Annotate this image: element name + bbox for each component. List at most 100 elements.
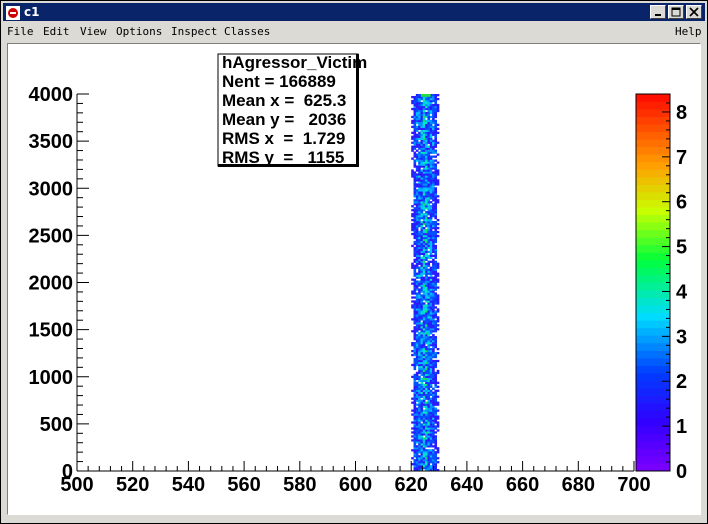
heatmap-cell (415, 222, 419, 226)
color-scale-band (636, 124, 670, 133)
heatmap-cell (415, 157, 419, 160)
heatmap-cell (425, 383, 428, 386)
heatmap-cell (420, 260, 424, 263)
heatmap-cell (415, 336, 419, 339)
heatmap-cell (434, 461, 438, 464)
menu-edit[interactable]: Edit (43, 25, 70, 38)
heatmap-cell (413, 316, 417, 319)
heatmap-cell (425, 213, 428, 216)
y-tick-label: 0 (62, 461, 73, 483)
heatmap-cell (432, 131, 435, 134)
heatmap-cell (415, 320, 419, 323)
stats-rms-x: RMS x = 1.729 (222, 129, 345, 148)
heatmap-cell (422, 375, 426, 379)
heatmap-cell (427, 379, 431, 383)
color-scale-band (636, 101, 670, 110)
heatmap-cell (420, 187, 424, 190)
heatmap-cell (418, 207, 421, 210)
heatmap-cell (436, 381, 440, 384)
heatmap-cell (422, 439, 426, 442)
menu-help[interactable]: Help (675, 25, 702, 38)
heatmap-cell (420, 326, 424, 329)
heatmap-cell (422, 149, 426, 152)
heatmap-cell (436, 308, 440, 311)
minimize-button[interactable] (650, 5, 666, 19)
heatmap-cell (418, 189, 421, 192)
heatmap-cell (411, 137, 414, 140)
x-tick-label: 560 (227, 474, 260, 496)
menu-view[interactable]: View (80, 25, 107, 38)
heatmap-cell (422, 131, 426, 134)
heatmap-cell (434, 342, 438, 345)
heatmap-cell (436, 409, 440, 412)
heatmap-cell (422, 359, 426, 363)
heatmap-cell (418, 441, 421, 444)
heatmap-cell (418, 260, 421, 263)
heatmap-cell (418, 294, 421, 297)
heatmap-cell (434, 266, 438, 269)
histogram-plot[interactable]: 500 520 540 560 580 600 620 640 660 680 7000500100… (8, 44, 700, 514)
heatmap-cell (413, 361, 417, 365)
heatmap-cell (420, 359, 424, 363)
heatmap-cell (415, 213, 419, 216)
heatmap-cell (427, 330, 431, 333)
heatmap-cell (432, 173, 435, 176)
heatmap-cell (415, 375, 419, 379)
heatmap-cell (413, 429, 417, 432)
heatmap-cell (429, 328, 433, 331)
heatmap-cell (420, 391, 424, 394)
canvas[interactable]: 500 520 540 560 580 600 620 640 660 680 700 0 500 100… (7, 43, 701, 515)
heatmap-cell (413, 389, 417, 392)
menu-classes[interactable]: Classes (224, 25, 270, 38)
heatmap-cell (418, 445, 421, 448)
heatmap-cell (411, 119, 414, 123)
heatmap-cell (415, 141, 419, 144)
heatmap-cell (415, 316, 419, 319)
heatmap-cell (411, 145, 414, 148)
heatmap-cell (422, 151, 426, 154)
heatmap-cell (429, 109, 433, 113)
maximize-button[interactable] (668, 5, 684, 19)
heatmap-cell (427, 147, 431, 150)
heatmap-cell (427, 403, 431, 406)
menu-inspect[interactable]: Inspect (171, 25, 217, 38)
heatmap-cell (422, 395, 426, 398)
heatmap-cell (432, 213, 435, 216)
heatmap-cell (436, 179, 440, 182)
heatmap-cell (415, 286, 419, 289)
heatmap-cell (434, 203, 438, 206)
color-scale-band (636, 365, 670, 374)
heatmap-cell (420, 455, 424, 458)
heatmap-cell (415, 419, 419, 422)
heatmap-cell (434, 415, 438, 418)
menu-options[interactable]: Options (116, 25, 162, 38)
heatmap-cell (413, 349, 417, 353)
heatmap-cell (425, 161, 428, 164)
heatmap-cell (415, 230, 419, 234)
menu-file[interactable]: File (7, 25, 34, 38)
heatmap-cell (425, 334, 428, 337)
title-bar[interactable]: c1 (3, 3, 705, 21)
heatmap-cell (434, 306, 438, 309)
heatmap-cell (434, 421, 438, 424)
heatmap-cell (425, 256, 428, 259)
heatmap-cell (429, 314, 433, 317)
heatmap-cell (427, 397, 431, 400)
heatmap-cell (432, 230, 435, 234)
heatmap-cell (420, 324, 424, 327)
heatmap-cell (429, 260, 433, 263)
heatmap-cell (422, 461, 426, 464)
heatmap-cell (429, 431, 433, 434)
heatmap-cell (432, 272, 435, 275)
heatmap-cell (420, 302, 424, 305)
heatmap-cell (413, 308, 417, 311)
heatmap-cell (432, 270, 435, 273)
close-button[interactable] (686, 5, 702, 19)
heatmap-cell (418, 308, 421, 311)
heatmap-cell (425, 183, 428, 186)
heatmap-cell (432, 222, 435, 226)
heatmap-cell (425, 155, 428, 158)
heatmap-cell (425, 254, 428, 257)
heatmap-cell (418, 387, 421, 390)
heatmap-cell (425, 345, 428, 349)
